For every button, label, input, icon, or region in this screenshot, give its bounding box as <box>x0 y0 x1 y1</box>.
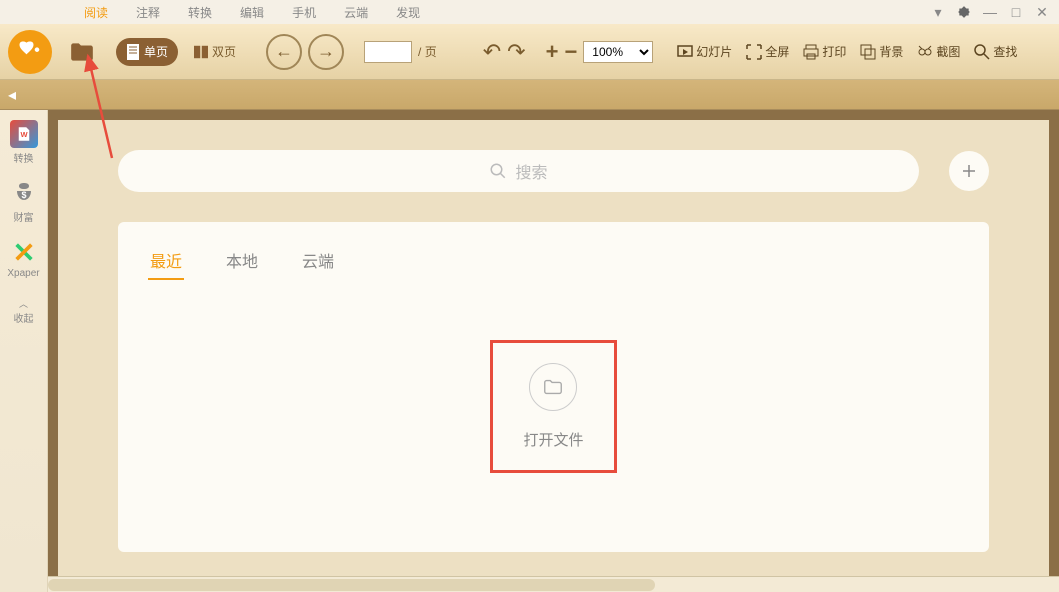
fullscreen-button[interactable]: 全屏 <box>742 43 793 60</box>
sidebar-xpaper[interactable]: Xpaper <box>7 238 39 279</box>
open-file-icon <box>529 363 577 411</box>
sidebar-convert[interactable]: W 转换 <box>10 120 38 165</box>
sidebar-collapse[interactable]: ︿ 收起 <box>14 297 34 325</box>
content-inner: 搜索 最近 本地 云端 打开文件 <box>58 120 1049 582</box>
tab-annotate[interactable]: 注释 <box>122 0 174 24</box>
sidebar-wealth[interactable]: $ 财富 <box>10 179 38 224</box>
skin-icon[interactable] <box>955 3 973 21</box>
redo-button[interactable]: ↷ <box>507 39 525 65</box>
zoom-out-button[interactable]: − <box>564 39 577 65</box>
maximize-button[interactable]: □ <box>1007 3 1025 21</box>
open-file-area: 打开文件 <box>148 340 959 473</box>
double-page-button[interactable]: 双页 <box>184 38 246 66</box>
tab-edit[interactable]: 编辑 <box>226 0 278 24</box>
sidebar-wealth-label: 财富 <box>14 209 34 224</box>
screenshot-label: 截图 <box>936 43 960 60</box>
content: 搜索 最近 本地 云端 打开文件 <box>48 110 1059 592</box>
sidebar-convert-label: 转换 <box>14 150 34 165</box>
plus-icon <box>960 162 978 180</box>
open-file-label: 打开文件 <box>523 429 583 450</box>
next-page-button[interactable]: → <box>308 34 344 70</box>
title-tabs: 阅读 注释 转换 编辑 手机 云端 发现 <box>70 0 434 24</box>
slideshow-label: 幻灯片 <box>696 43 732 60</box>
zoom-select[interactable]: 100% <box>583 41 653 63</box>
menu-icon[interactable]: ▾ <box>929 3 947 21</box>
title-bar: 阅读 注释 转换 编辑 手机 云端 发现 ▾ — □ ✕ <box>0 0 1059 24</box>
double-page-label: 双页 <box>212 43 236 60</box>
print-button[interactable]: 打印 <box>799 43 850 60</box>
file-tab-local[interactable]: 本地 <box>224 242 260 280</box>
sidebar-xpaper-label: Xpaper <box>7 268 39 279</box>
toolbar: 单页 双页 ← → / 页 ↶ ↷ + − 100% 幻灯片 全屏 打印 背景 … <box>0 24 1059 80</box>
search-placeholder: 搜索 <box>515 159 547 183</box>
undo-button[interactable]: ↶ <box>483 39 501 65</box>
search-row: 搜索 <box>118 150 989 192</box>
page-number-input[interactable] <box>364 41 412 63</box>
tab-phone[interactable]: 手机 <box>278 0 330 24</box>
page-total-label: / 页 <box>418 43 437 60</box>
find-button[interactable]: 查找 <box>970 43 1021 60</box>
tab-cloud[interactable]: 云端 <box>330 0 382 24</box>
single-page-label: 单页 <box>144 43 168 60</box>
file-tab-cloud[interactable]: 云端 <box>300 242 336 280</box>
tab-read[interactable]: 阅读 <box>70 0 122 24</box>
horizontal-scrollbar[interactable] <box>48 576 1059 592</box>
close-button[interactable]: ✕ <box>1033 3 1051 21</box>
back-button[interactable]: ◂ <box>8 85 16 105</box>
prev-page-button[interactable]: ← <box>266 34 302 70</box>
file-panel: 最近 本地 云端 打开文件 <box>118 222 989 552</box>
tab-convert[interactable]: 转换 <box>174 0 226 24</box>
background-button[interactable]: 背景 <box>856 43 907 60</box>
slideshow-button[interactable]: 幻灯片 <box>673 43 736 60</box>
sidebar-collapse-label: 收起 <box>14 310 34 325</box>
secondary-bar: ◂ <box>0 80 1059 110</box>
screenshot-button[interactable]: 截图 <box>913 43 964 60</box>
svg-text:W: W <box>20 130 28 139</box>
open-folder-button[interactable] <box>64 34 100 70</box>
background-label: 背景 <box>879 43 903 60</box>
window-controls: ▾ — □ ✕ <box>929 3 1059 21</box>
print-label: 打印 <box>822 43 846 60</box>
file-tab-recent[interactable]: 最近 <box>148 242 184 280</box>
add-button[interactable] <box>949 151 989 191</box>
single-page-button[interactable]: 单页 <box>116 38 178 66</box>
fullscreen-label: 全屏 <box>765 43 789 60</box>
app-logo[interactable] <box>8 30 52 74</box>
minimize-button[interactable]: — <box>981 3 999 21</box>
scroll-thumb[interactable] <box>48 579 655 591</box>
find-label: 查找 <box>993 43 1017 60</box>
tab-discover[interactable]: 发现 <box>382 0 434 24</box>
svg-text:$: $ <box>21 190 26 200</box>
zoom-in-button[interactable]: + <box>546 39 559 65</box>
search-icon <box>489 162 507 180</box>
file-tabs: 最近 本地 云端 <box>148 242 959 280</box>
search-box[interactable]: 搜索 <box>118 150 919 192</box>
main-area: W 转换 $ 财富 Xpaper ︿ 收起 搜索 <box>0 110 1059 592</box>
sidebar: W 转换 $ 财富 Xpaper ︿ 收起 <box>0 110 48 592</box>
open-file-button[interactable]: 打开文件 <box>490 340 616 473</box>
